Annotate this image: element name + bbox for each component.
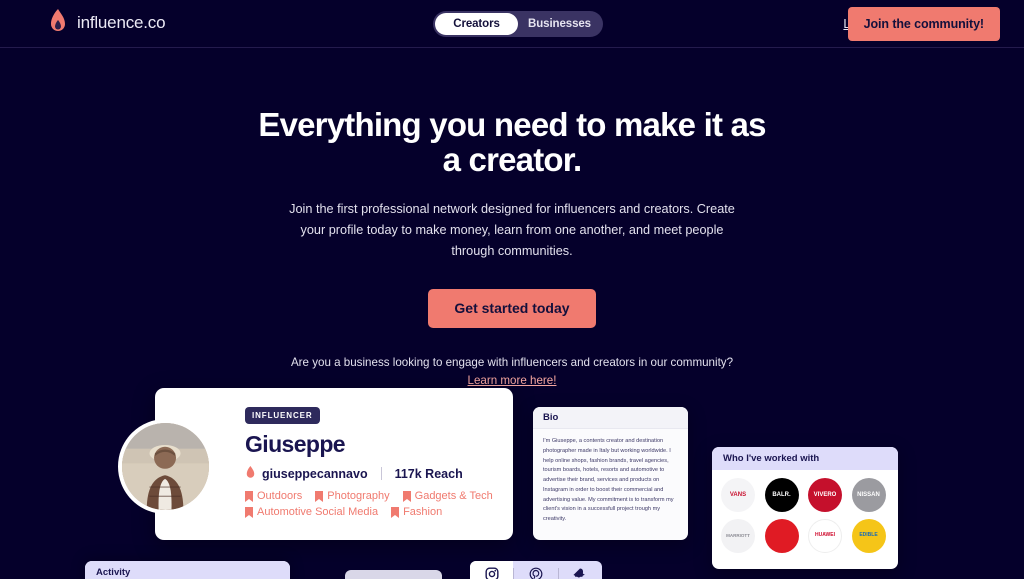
divider	[380, 467, 382, 480]
avatar-photo	[122, 423, 209, 510]
brand-logo-huawei: HUAWEI	[808, 519, 842, 553]
top-navigation-bar: influence.co Creators Businesses Login J…	[0, 0, 1024, 48]
hero-section: Everything you need to make it as a crea…	[0, 48, 1024, 387]
brand-logo-vans: VANS	[721, 478, 755, 512]
snapchat-icon	[573, 568, 585, 578]
instagram-icon	[485, 567, 499, 579]
pinterest-icon	[529, 567, 543, 579]
brand-logo-edible: EDIBLE	[851, 519, 886, 553]
worked-with-card: Who I've worked with VANS BALR. VIVERO N…	[712, 447, 898, 569]
hero-headline-line1: Everything you need to make it as	[258, 106, 766, 143]
tag-item[interactable]: Gadgets & Tech	[402, 490, 493, 502]
bio-card: Bio I'm Giuseppe, a contents creator and…	[533, 407, 688, 540]
tag-item[interactable]: Outdoors	[245, 490, 302, 502]
tag-label: Fashion	[403, 506, 443, 518]
brand-logo-vivero: VIVERO	[808, 478, 842, 512]
tag-label: Outdoors	[257, 490, 303, 502]
profile-details: INFLUENCER Giuseppe giuseppecannavo 117k…	[245, 405, 503, 518]
page-root: influence.co Creators Businesses Login J…	[0, 0, 1024, 579]
toggle-option-creators[interactable]: Creators	[435, 13, 518, 35]
hero-headline: Everything you need to make it as a crea…	[0, 106, 1024, 178]
tab-pinterest[interactable]	[514, 561, 557, 579]
brand-logo-red-shield	[764, 519, 799, 553]
profile-handle-row: giuseppecannavo 117k Reach	[245, 466, 503, 481]
bio-card-text: I'm Giuseppe, a contents creator and des…	[543, 438, 674, 523]
bio-card-title: Bio	[533, 407, 688, 429]
tag-item[interactable]: Photography	[315, 490, 390, 502]
bookmark-icon	[391, 506, 400, 518]
bookmark-icon	[315, 490, 324, 502]
brand-logo-marriott-malta: MARRIOTT	[721, 519, 755, 553]
flame-icon	[246, 466, 255, 478]
brand-logo-nissan: NISSAN	[851, 478, 886, 512]
profile-name: Giuseppe	[245, 431, 346, 457]
tag-item[interactable]: Fashion	[391, 506, 442, 518]
audience-toggle[interactable]: Creators Businesses	[433, 11, 603, 37]
learn-more-link[interactable]: Learn more here!	[0, 374, 1024, 387]
status-badge: INFLUENCER	[245, 407, 320, 424]
avatar	[118, 419, 213, 514]
activity-card-title: Activity	[85, 561, 290, 579]
join-community-button[interactable]: Join the community!	[847, 7, 1000, 41]
tag-label: Photography	[327, 490, 390, 502]
tag-label: Gadgets & Tech	[414, 490, 493, 502]
influencer-profile-card[interactable]: INFLUENCER Giuseppe giuseppecannavo 117k…	[118, 388, 513, 540]
profile-reach: 117k Reach	[394, 466, 463, 481]
brand-logo[interactable]: influence.co	[48, 9, 166, 37]
profile-tag-list: Outdoors Photography Gadgets & Tech Auto…	[245, 490, 495, 518]
secondary-card-placeholder	[345, 570, 442, 579]
brand-name: influence.co	[77, 13, 166, 32]
hero-headline-line2: a creator.	[442, 140, 583, 178]
hero-subheadline: Join the first professional network desi…	[289, 202, 735, 259]
bookmark-icon	[402, 490, 411, 502]
brand-logo-balr: BALR.	[764, 478, 799, 512]
profile-handle: giuseppecannavo	[262, 466, 368, 481]
tag-label: Automotive Social Media	[257, 506, 379, 518]
tag-item[interactable]: Automotive Social Media	[245, 506, 378, 518]
brand-logo-grid: VANS BALR. VIVERO NISSAN MARRIOTT HUAWEI…	[712, 470, 898, 561]
activity-card: Activity	[85, 561, 290, 579]
tab-instagram[interactable]	[470, 561, 514, 579]
bookmark-icon	[245, 506, 253, 518]
worked-with-title: Who I've worked with	[712, 447, 898, 470]
business-question-text: Are you a business looking to engage wit…	[290, 355, 734, 369]
get-started-button[interactable]: Get started today	[428, 288, 596, 328]
bookmark-icon	[245, 490, 253, 502]
social-platform-tabs[interactable]	[470, 561, 602, 579]
toggle-option-businesses[interactable]: Businesses	[518, 13, 601, 35]
flame-icon	[51, 9, 65, 31]
tab-snapchat[interactable]	[559, 561, 602, 579]
